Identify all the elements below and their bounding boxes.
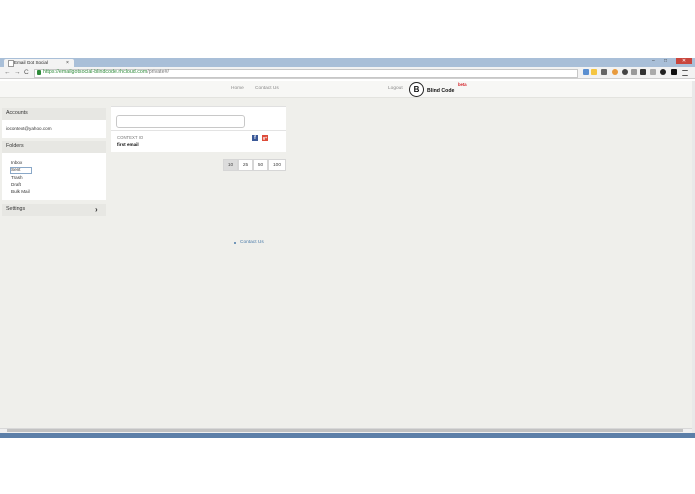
message-subject[interactable]: first email [117,142,139,147]
footer-contact-link[interactable]: Contact Us [240,240,264,245]
logo-mark: B [413,85,420,94]
nav-home[interactable]: Home [231,86,244,91]
folders-header[interactable]: Folders [2,141,106,153]
url-text[interactable]: https://emailgotsocial-blindcode.rhcloud… [43,68,169,77]
forward-arrow-icon[interactable]: → [14,69,21,76]
extension-icon-2[interactable] [631,69,637,75]
minimize-button[interactable]: – [652,59,655,64]
folder-trash[interactable]: Trash [11,175,23,180]
message-source-label: CONTEXT IO [117,135,144,140]
menu-icon[interactable] [682,70,688,76]
list-bullet [234,242,236,244]
extension-icon-4[interactable] [671,69,677,75]
apps-grid-icon[interactable] [601,69,607,75]
chevron-right-icon[interactable]: › [95,204,98,216]
account-email[interactable]: iocontext@yahoo.com [6,126,52,131]
settings-header[interactable]: Settings [2,204,106,216]
logo-text[interactable]: Blind Code [427,88,454,94]
folder-inbox[interactable]: Inbox [11,160,22,165]
app-header [0,81,692,98]
close-icon[interactable]: × [66,59,69,67]
lock-icon [37,70,41,75]
folder-bulk-mail[interactable]: Bulk Mail [11,189,30,194]
logout-link[interactable]: Logout [388,86,403,91]
url-path: /private#/ [147,69,170,75]
extension-icon-3[interactable] [650,69,656,75]
folder-draft[interactable]: Draft [11,182,21,187]
pocket-icon[interactable] [640,69,646,75]
beta-badge: beta [458,82,467,87]
moon-icon[interactable] [622,69,628,75]
window-close-button[interactable]: ✕ [676,58,692,64]
github-icon[interactable] [660,69,666,75]
tab-title: Email Got Social [14,60,48,65]
extension-icon[interactable] [612,69,618,75]
page-size-25[interactable]: 25 [238,159,253,171]
divider [111,130,286,131]
browser-titlebar [0,58,695,67]
folder-sent[interactable]: Sent [11,167,20,172]
reload-icon[interactable]: C [24,69,29,76]
edit-icon[interactable] [583,69,589,75]
nav-contact-us[interactable]: Contact Us [255,86,279,91]
google-plus-icon[interactable]: g+ [262,135,268,141]
os-taskbar [0,433,695,438]
back-arrow-icon[interactable]: ← [4,69,11,76]
url-host: https://emailgotsocial-blindcode.rhcloud… [43,69,148,75]
search-input[interactable] [116,115,245,128]
logo-icon[interactable]: B [409,82,424,97]
scrollbar-thumb[interactable] [7,429,683,432]
page-size-10[interactable]: 10 [223,159,238,171]
page-size-50[interactable]: 50 [253,159,268,171]
maximize-button[interactable]: □ [664,59,667,64]
page-size-100[interactable]: 100 [268,159,286,171]
accounts-header[interactable]: Accounts [2,108,106,120]
star-icon[interactable] [591,69,597,75]
facebook-icon[interactable]: f [252,135,258,141]
